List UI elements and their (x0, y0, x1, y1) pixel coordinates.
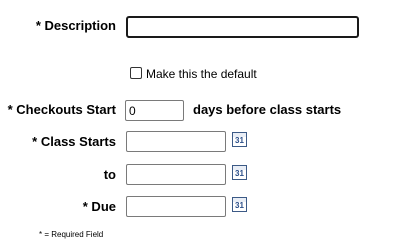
make-default-label[interactable]: Make this the default (146, 67, 257, 81)
to-input[interactable] (126, 164, 226, 185)
checkouts-start-suffix: days before class starts (193, 102, 342, 117)
due-input[interactable] (126, 196, 226, 217)
checkouts-start-label: * Checkouts Start (7, 102, 116, 117)
to-label: to (103, 167, 116, 182)
checkout-form: * Description Make this the default * Ch… (0, 0, 406, 249)
checkouts-start-input[interactable] (125, 100, 184, 121)
class-starts-label: * Class Starts (32, 134, 116, 149)
description-label: * Description (35, 18, 116, 33)
description-input[interactable] (126, 16, 359, 38)
due-calendar-icon[interactable]: 31 (232, 197, 247, 212)
class-starts-calendar-icon[interactable]: 31 (232, 132, 247, 147)
class-starts-input[interactable] (126, 131, 226, 152)
to-calendar-icon[interactable]: 31 (232, 165, 247, 180)
due-label: * Due (82, 199, 116, 214)
required-field-note: * = Required Field (39, 230, 104, 239)
make-default-checkbox[interactable] (130, 67, 142, 79)
